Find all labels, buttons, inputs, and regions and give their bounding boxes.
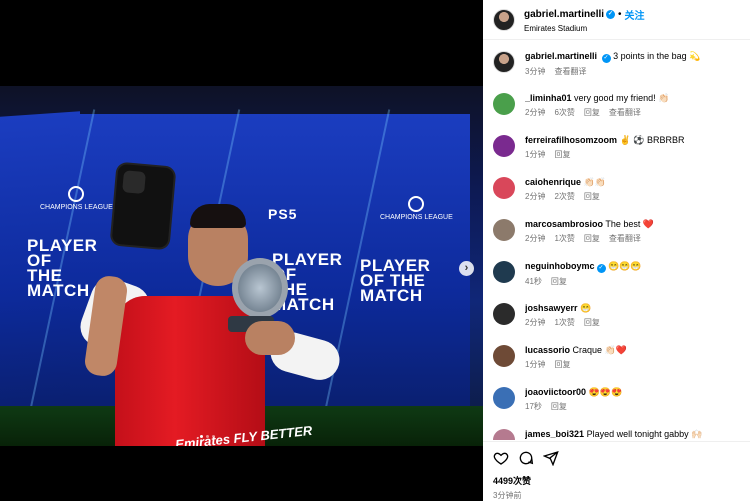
comment-text: 😁😁😁: [608, 261, 642, 271]
avatar[interactable]: [493, 303, 515, 325]
comment-list[interactable]: gabriel.martinelli ✓ 3 points in the bag…: [483, 42, 750, 440]
follow-button[interactable]: 关注: [625, 7, 645, 22]
carousel-dot: [200, 435, 203, 438]
verified-badge-icon: ✓: [596, 264, 606, 273]
comment-username[interactable]: lucassorio: [525, 345, 570, 355]
comment-text: Played well tonight gabby 🙌🏻: [586, 429, 703, 439]
see-translation-button[interactable]: 查看翻译: [554, 66, 586, 77]
player-hair: [190, 204, 246, 228]
comment-item: james_boi321 Played well tonight gabby 🙌…: [493, 428, 750, 440]
comment-time: 2分钟: [525, 318, 546, 327]
avatar[interactable]: [493, 51, 515, 73]
carousel-dot: [206, 435, 209, 438]
verified-badge-icon: ✓: [606, 9, 616, 19]
comment-username[interactable]: james_boi321: [525, 429, 584, 439]
reply-button[interactable]: 回复: [554, 359, 570, 370]
reply-button[interactable]: 回复: [551, 276, 567, 287]
post-media: CHAMPIONS LEAGUE CHAMPIONS LEAGUE PS5 PL…: [0, 0, 483, 501]
ps5-logo: PS5: [268, 206, 298, 222]
caption: gabriel.martinelli ✓ 3 points in the bag…: [493, 50, 750, 84]
comment-item: _liminha01 very good my friend! 👏🏻 2分钟 6次赞…: [493, 92, 750, 126]
comment-username[interactable]: marcosambrosioo: [525, 219, 603, 229]
reply-button[interactable]: 回复: [584, 233, 600, 244]
comment-item: marcosambrosioo The best ❤️ 2分钟 1次赞 回复 查看翻译: [493, 218, 750, 252]
comment-time: 1分钟: [525, 360, 546, 369]
avatar[interactable]: [493, 261, 515, 283]
comment-time: 41秒: [525, 277, 542, 286]
comment-item: neguinhoboymc ✓ 😁😁😁 41秒 回复: [493, 260, 750, 294]
comment-time: 1分钟: [525, 150, 546, 159]
potm-text: PLAYER OF THE MATCH: [360, 256, 431, 305]
reply-button[interactable]: 回复: [584, 107, 600, 118]
see-translation-button[interactable]: 查看翻译: [609, 107, 641, 118]
comment-username[interactable]: neguinhoboymc: [525, 261, 595, 271]
heart-icon[interactable]: [493, 450, 509, 466]
comment-item: caiohenrique 👏🏻👏🏻 2分钟 2次赞 回复: [493, 176, 750, 210]
avatar[interactable]: [493, 135, 515, 157]
comment-like-count[interactable]: 2次赞: [554, 191, 574, 202]
comment-username[interactable]: _liminha01: [525, 93, 572, 103]
avatar[interactable]: [493, 429, 515, 440]
potm-text: PLAYER OF THE MATCH: [27, 236, 98, 300]
smartphone: [111, 163, 175, 249]
comment-text: ✌️ ⚽ BRBRBR: [619, 135, 685, 145]
comment-text: 😁: [580, 303, 592, 313]
comment-icon[interactable]: [518, 450, 534, 466]
comment-username[interactable]: caiohenrique: [525, 177, 581, 187]
caption-username[interactable]: gabriel.martinelli: [525, 51, 597, 61]
trophy: [232, 258, 288, 318]
player-hand: [245, 321, 295, 355]
reply-button[interactable]: 回复: [584, 317, 600, 328]
avatar[interactable]: [493, 387, 515, 409]
instagram-post-modal: CHAMPIONS LEAGUE CHAMPIONS LEAGUE PS5 PL…: [0, 0, 750, 501]
caption-time: 3分钟: [525, 67, 546, 76]
comment-time: 2分钟: [525, 192, 546, 201]
carousel-dots: [200, 435, 215, 438]
comment-username[interactable]: joaoviictoor00: [525, 387, 586, 397]
comment-item: joshsawyerr 😁 2分钟 1次赞 回复: [493, 302, 750, 336]
comment-text: 👏🏻👏🏻: [583, 177, 606, 187]
comment-time: 2分钟: [525, 108, 546, 117]
comment-item: joaoviictoor00 😍😍😍 17秒 回复: [493, 386, 750, 420]
avatar[interactable]: [493, 345, 515, 367]
author-username[interactable]: gabriel.martinelli: [524, 9, 604, 20]
champions-league-logo: CHAMPIONS LEAGUE: [40, 186, 113, 212]
like-count[interactable]: 4499次赞: [493, 474, 750, 487]
separator: •: [618, 8, 622, 20]
comment-text: very good my friend! 👏🏻: [574, 93, 670, 103]
carousel-dot: [212, 435, 215, 438]
caption-text: 3 points in the bag 💫: [613, 51, 701, 61]
comment-like-count[interactable]: 1次赞: [554, 317, 574, 328]
see-translation-button[interactable]: 查看翻译: [609, 233, 641, 244]
comment-item: ferreirafilhosomzoom ✌️ ⚽ BRBRBR 1分钟 回复: [493, 134, 750, 168]
chevron-right-icon[interactable]: ›: [459, 261, 474, 276]
comment-username[interactable]: ferreirafilhosomzoom: [525, 135, 617, 145]
location-link[interactable]: Emirates Stadium: [524, 24, 645, 33]
comment-username[interactable]: joshsawyerr: [525, 303, 578, 313]
comment-time: 2分钟: [525, 234, 546, 243]
reply-button[interactable]: 回复: [554, 149, 570, 160]
comment-text: 😍😍😍: [588, 387, 623, 397]
paper-plane-icon[interactable]: [543, 450, 559, 466]
post-timestamp: 3分钟前: [493, 491, 522, 500]
comment-like-count[interactable]: 6次赞: [554, 107, 574, 118]
post-photo: CHAMPIONS LEAGUE CHAMPIONS LEAGUE PS5 PL…: [0, 86, 483, 446]
reply-button[interactable]: 回复: [584, 191, 600, 202]
comment-time: 17秒: [525, 402, 542, 411]
post-sidebar: gabriel.martinelli ✓ • 关注 Emirates Stadi…: [483, 0, 750, 501]
post-header: gabriel.martinelli ✓ • 关注 Emirates Stadi…: [483, 0, 750, 40]
comment-item: lucassorio Craque 👏🏻❤️ 1分钟 回复: [493, 344, 750, 378]
comment-like-count[interactable]: 1次赞: [554, 233, 574, 244]
verified-badge-icon: ✓: [601, 54, 611, 63]
comment-text: Craque 👏🏻❤️: [572, 345, 627, 355]
post-actions: 4499次赞 3分钟前: [483, 441, 750, 501]
avatar[interactable]: [493, 177, 515, 199]
avatar[interactable]: [493, 8, 515, 31]
comment-text: The best ❤️: [605, 219, 655, 229]
avatar[interactable]: [493, 93, 515, 115]
champions-league-logo: CHAMPIONS LEAGUE: [380, 196, 453, 222]
reply-button[interactable]: 回复: [551, 401, 567, 412]
avatar[interactable]: [493, 219, 515, 241]
